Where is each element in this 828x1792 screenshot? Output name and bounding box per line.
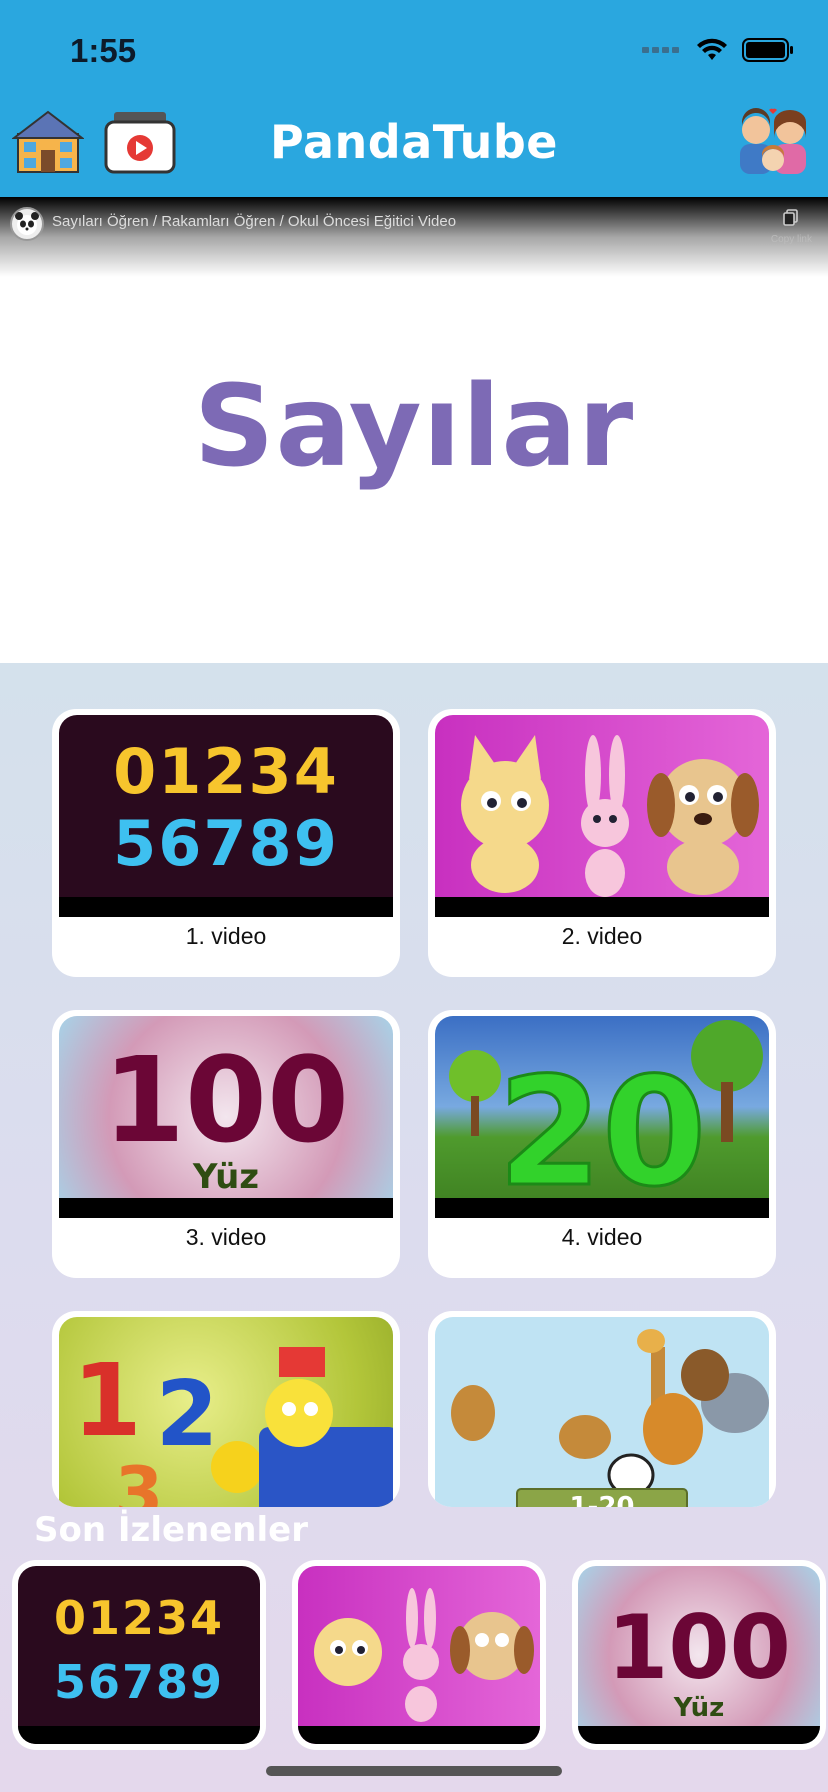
home-indicator[interactable]	[266, 1766, 562, 1776]
video-thumbnail: 1 2 3	[59, 1317, 393, 1507]
video-thumbnail: 01234 56789	[59, 715, 393, 917]
channel-avatar[interactable]	[10, 207, 44, 241]
battery-icon	[742, 38, 793, 62]
video-title: Sayıları Öğren / Rakamları Öğren / Okul …	[52, 213, 457, 230]
video-frame-word: Sayılar	[193, 362, 635, 492]
video-card-6[interactable]: 1-20	[428, 1311, 776, 1507]
thumb-number: 100	[103, 1031, 349, 1169]
thumb-word: Yüz	[192, 1157, 259, 1197]
thumb-number: 100	[607, 1596, 791, 1699]
thumb-number: 20	[498, 1046, 707, 1218]
status-icons	[642, 38, 794, 62]
recent-thumbnail: 01234 56789	[18, 1566, 260, 1744]
player-top-overlay	[0, 197, 828, 277]
thumb-digits-row1: 01234	[54, 1591, 224, 1645]
status-time: 1:55	[70, 32, 137, 69]
video-thumbnail: 100 Yüz	[59, 1016, 393, 1218]
video-label: 3. video	[185, 1224, 267, 1250]
video-label: 2. video	[561, 923, 643, 949]
recent-item-2[interactable]	[292, 1560, 546, 1750]
recent-item-3[interactable]: 100 Yüz	[572, 1560, 826, 1750]
wifi-icon	[697, 38, 727, 60]
copy-link-button[interactable]: Copy link	[771, 209, 812, 245]
video-thumbnail: 1-20	[435, 1317, 769, 1507]
dog-figure	[647, 759, 759, 895]
app-title: PandaTube	[270, 115, 558, 169]
video-label: 1. video	[185, 923, 267, 949]
video-label: 4. video	[561, 1224, 643, 1250]
rabbit-figure	[581, 735, 629, 897]
thumb-digits-row1: 01234	[113, 735, 339, 808]
video-card-1[interactable]: 01234 56789 1. video	[52, 709, 400, 977]
panda-icon	[15, 212, 39, 235]
recent-item-1[interactable]: 01234 56789	[12, 1560, 266, 1750]
cat-figure	[461, 735, 549, 893]
video-thumbnail: 20	[435, 1016, 769, 1218]
cellular-icon	[642, 47, 679, 53]
video-card-2[interactable]: 2. video	[428, 709, 776, 977]
status-bar: 1:55	[0, 24, 828, 76]
thumb-range: 1-20	[569, 1492, 634, 1507]
thumb-digits-row2: 56789	[54, 1655, 224, 1709]
parents-button[interactable]	[734, 108, 818, 176]
thumb-digit-1: 1	[72, 1342, 142, 1459]
video-card-5[interactable]: 1 2 3	[52, 1311, 400, 1507]
recent-section-title: Son İzlenenler	[34, 1510, 308, 1550]
video-card-3[interactable]: 100 Yüz 3. video	[52, 1010, 400, 1278]
thumb-word: Yüz	[673, 1693, 725, 1723]
copy-link-label: Copy link	[770, 234, 812, 245]
video-player[interactable]: Sayıları Öğren / Rakamları Öğren / Okul …	[0, 197, 828, 663]
copy-icon	[783, 209, 799, 226]
family-icon	[740, 108, 806, 174]
thumb-digit-2: 2	[156, 1362, 219, 1467]
recent-thumbnail	[298, 1566, 540, 1744]
app-header: 1:55 PandaTube	[0, 0, 828, 197]
video-thumbnail	[435, 715, 769, 917]
thumb-digits-row2: 56789	[113, 807, 339, 880]
thumb-digit-3: 3	[115, 1452, 164, 1507]
recent-thumbnail: 100 Yüz	[578, 1566, 820, 1744]
video-card-4[interactable]: 20 4. video	[428, 1010, 776, 1278]
